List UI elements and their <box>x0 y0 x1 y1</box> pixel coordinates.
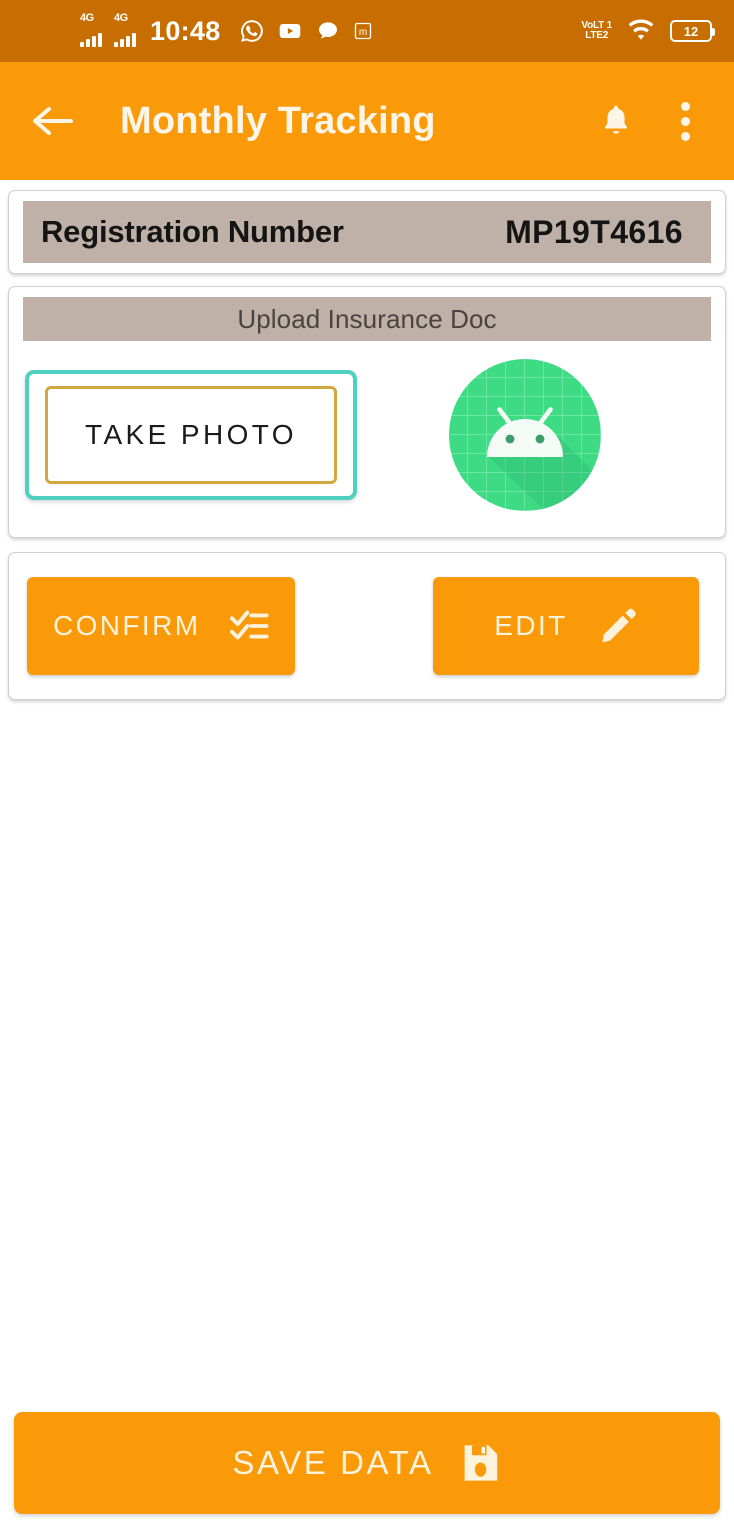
bell-icon[interactable] <box>599 102 633 140</box>
take-photo-label: TAKE PHOTO <box>85 419 297 450</box>
app-bar-actions <box>599 98 708 145</box>
signal-bar <box>80 42 84 47</box>
confirm-button[interactable]: CONFIRM <box>27 577 295 675</box>
signal-strength-sim1-icon: 4G <box>80 12 102 47</box>
volte-indicator: VoLT 1 LTE2 <box>581 21 612 41</box>
kebab-dot <box>681 101 690 111</box>
registration-card: Registration Number MP19T4616 <box>8 190 726 274</box>
back-button[interactable] <box>26 95 78 147</box>
action-buttons-card: CONFIRM EDIT <box>8 552 726 700</box>
more-vertical-icon[interactable] <box>677 98 694 145</box>
status-bar: 4G 4G 10:48 m VoLT 1 LTE2 12 <box>0 0 734 62</box>
pencil-icon <box>602 608 636 643</box>
registration-row: Registration Number MP19T4616 <box>23 201 711 263</box>
signal-strength-sim2-icon: 4G <box>114 12 136 47</box>
battery-indicator: 12 <box>670 20 715 42</box>
save-data-label: SAVE DATA <box>232 1444 434 1481</box>
status-bar-right: VoLT 1 LTE2 12 <box>581 19 715 43</box>
main-content: Registration Number MP19T4616 Upload Ins… <box>0 190 734 700</box>
save-data-container: SAVE DATA <box>0 1412 734 1514</box>
signal-bar <box>92 36 96 47</box>
upload-section-title: Upload Insurance Doc <box>237 303 497 334</box>
battery-level-label: 12 <box>683 23 699 39</box>
registration-number-label: Registration Number <box>41 214 344 249</box>
status-bar-left: 4G 4G 10:48 m <box>80 12 373 47</box>
kebab-dot <box>681 131 690 141</box>
chat-bubble-icon <box>315 18 341 44</box>
signal-bar <box>120 39 124 47</box>
youtube-icon <box>277 18 303 44</box>
status-bar-clock: 10:48 <box>150 15 221 46</box>
whatsapp-icon <box>239 18 265 44</box>
upload-section-header: Upload Insurance Doc <box>23 297 711 341</box>
upload-section-body: TAKE PHOTO <box>9 341 725 537</box>
page-title: Monthly Tracking <box>120 99 436 142</box>
volte-line-2: LTE2 <box>585 30 609 41</box>
app-bar: Monthly Tracking <box>0 62 734 180</box>
action-buttons-row: CONFIRM EDIT <box>9 553 725 699</box>
registration-number-value: MP19T4616 <box>505 213 683 250</box>
network-type-sim2-label: 4G <box>114 12 128 24</box>
save-data-button[interactable]: SAVE DATA <box>14 1412 720 1514</box>
checklist-icon <box>230 610 269 640</box>
signal-bar <box>86 39 90 47</box>
m-badge-icon: m <box>353 21 373 41</box>
upload-insurance-card: Upload Insurance Doc TAKE PHOTO <box>8 286 726 538</box>
signal-bar <box>132 33 136 47</box>
confirm-button-label: CONFIRM <box>53 610 201 641</box>
take-photo-button[interactable]: TAKE PHOTO <box>25 370 357 500</box>
svg-text:m: m <box>358 27 366 38</box>
signal-bar <box>126 36 130 47</box>
edit-button-label: EDIT <box>494 610 568 641</box>
floppy-disk-icon <box>464 1445 497 1481</box>
network-type-sim1-label: 4G <box>80 12 94 24</box>
kebab-dot <box>681 116 690 126</box>
take-photo-inner-frame: TAKE PHOTO <box>45 386 337 484</box>
signal-bar <box>114 42 118 47</box>
edit-button[interactable]: EDIT <box>433 577 699 675</box>
signal-bar <box>98 33 102 47</box>
wifi-icon <box>626 19 656 43</box>
insurance-doc-thumbnail[interactable] <box>449 359 601 511</box>
